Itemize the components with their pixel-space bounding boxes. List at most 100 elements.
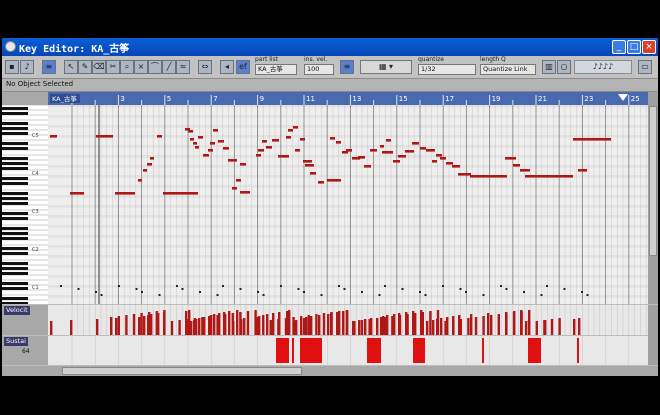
black-key	[2, 302, 28, 304]
midi-note	[505, 157, 516, 160]
insert-velocity-field[interactable]: 100	[304, 64, 334, 75]
window-title: Key Editor: KA_古筝	[19, 44, 130, 55]
time-warp-icon[interactable]: ≈	[176, 60, 190, 74]
line-icon[interactable]: ╱	[162, 60, 176, 74]
sustain-pedal-spike	[482, 338, 484, 363]
sustain-lane[interactable]	[48, 336, 648, 365]
sustain-lane-label[interactable]: Sustai	[4, 337, 28, 346]
ruler-bar-number: 23	[584, 95, 593, 103]
vertical-scroll-thumb[interactable]	[649, 106, 657, 256]
octave-label: C2	[32, 247, 39, 253]
velocity-bar	[432, 320, 435, 335]
title-bar[interactable]: Key Editor: KA_古筝 _ □ ×	[2, 38, 658, 56]
trim-icon[interactable]: ✂	[106, 60, 120, 74]
black-key	[2, 162, 28, 165]
grace-note	[320, 294, 323, 296]
velocity-bar	[505, 313, 508, 335]
ruler-corner	[2, 92, 48, 105]
bar-chart-icon[interactable]: ▥	[542, 60, 556, 74]
feedback-icon[interactable]: ♪	[20, 60, 34, 74]
piano-keyboard[interactable]: C5 C4 C3 C2 C1	[2, 105, 48, 304]
vertical-scrollbar[interactable]	[648, 92, 658, 304]
velocity-bar	[132, 314, 136, 335]
glue-icon[interactable]: ⌒	[148, 60, 162, 74]
horizontal-scrollbar[interactable]	[2, 366, 658, 376]
grid-selector-icon[interactable]: ▦ ▾	[360, 60, 412, 74]
midi-note	[544, 175, 573, 178]
info-line-icon[interactable]: ≡	[42, 60, 56, 74]
midi-note	[420, 147, 426, 150]
grid-row-band	[48, 105, 648, 108]
autoscroll-icon[interactable]: ⇔	[198, 60, 212, 74]
grid-row-band	[48, 130, 648, 133]
velocity-bar	[236, 310, 239, 335]
velocity-lane[interactable]	[48, 305, 648, 335]
erase-icon[interactable]: ⌫	[92, 60, 106, 74]
grace-note	[523, 291, 525, 293]
grid-row-band	[48, 245, 648, 248]
grace-note	[505, 288, 508, 290]
midi-input-icon[interactable]: ▭	[638, 60, 652, 74]
midi-note	[232, 187, 237, 190]
velocity-bar	[528, 310, 531, 335]
maximize-button[interactable]: □	[627, 40, 641, 54]
grace-note	[401, 288, 404, 290]
midi-note	[405, 150, 414, 153]
midi-note	[382, 151, 393, 154]
grace-note	[257, 291, 259, 293]
insert-velocity-label: ins. vel.	[304, 56, 328, 63]
nudge-icon[interactable]: ◂	[220, 60, 234, 74]
horizontal-scroll-thumb[interactable]	[62, 367, 302, 375]
midi-note	[138, 179, 142, 182]
sustain-pedal-spike	[292, 338, 294, 363]
draw-icon[interactable]: ✎	[78, 60, 92, 74]
length-quantize-select[interactable]: Quantize Link	[480, 64, 536, 75]
cycle-icon[interactable]: ○	[557, 60, 571, 74]
velocity-bar	[50, 321, 53, 335]
velocity-bar	[190, 321, 193, 335]
quantize-select[interactable]: 1/32	[418, 64, 476, 75]
zoom-icon[interactable]: ⌕	[120, 60, 134, 74]
midi-note	[70, 192, 84, 195]
object-select-icon[interactable]: ↖	[64, 60, 78, 74]
velocity-bar	[376, 318, 379, 335]
midi-note	[256, 154, 261, 157]
grid-row-band	[48, 300, 648, 303]
mute-icon[interactable]: ×	[134, 60, 148, 74]
midi-note	[346, 149, 352, 152]
velocity-lane-label[interactable]: Velocit	[4, 306, 30, 315]
grace-note	[459, 288, 462, 290]
octave-label: C1	[32, 285, 39, 291]
grace-note	[581, 291, 583, 293]
ruler[interactable]: 13579111315171921232527KA_古筝	[48, 92, 648, 105]
minimize-button[interactable]: _	[612, 40, 626, 54]
grace-note	[500, 285, 502, 287]
app-icon	[5, 41, 16, 52]
black-key	[2, 142, 28, 145]
solo-icon[interactable]: ▪	[5, 60, 19, 74]
black-key	[2, 132, 28, 135]
midi-note	[150, 157, 154, 160]
note-grid[interactable]	[48, 105, 648, 304]
velocity-bar	[353, 321, 356, 335]
lanes-scrollbar[interactable]	[648, 305, 658, 365]
grid-row-band	[48, 290, 648, 293]
close-button[interactable]: ×	[642, 40, 656, 54]
velocity-bar	[345, 310, 348, 335]
black-key	[2, 122, 28, 125]
velocity-bar	[155, 311, 158, 335]
velocity-bar	[327, 314, 330, 335]
edit-active-part-icon[interactable]: ef	[236, 60, 250, 74]
color-scheme-icon[interactable]: ≡	[340, 60, 354, 74]
velocity-bar	[391, 316, 394, 335]
grace-note	[118, 285, 120, 287]
midi-note	[513, 164, 520, 167]
part-list-select[interactable]: KA_古筝	[255, 64, 297, 75]
velocity-bar	[231, 313, 234, 335]
sustain-pedal-block	[300, 338, 322, 363]
sustain-pedal-spike	[577, 338, 579, 363]
velocity-bar	[535, 321, 538, 335]
velocity-bar	[452, 320, 455, 335]
velocity-bar	[550, 319, 554, 335]
step-input-icons[interactable]: ♪♪♪♪	[574, 60, 632, 74]
